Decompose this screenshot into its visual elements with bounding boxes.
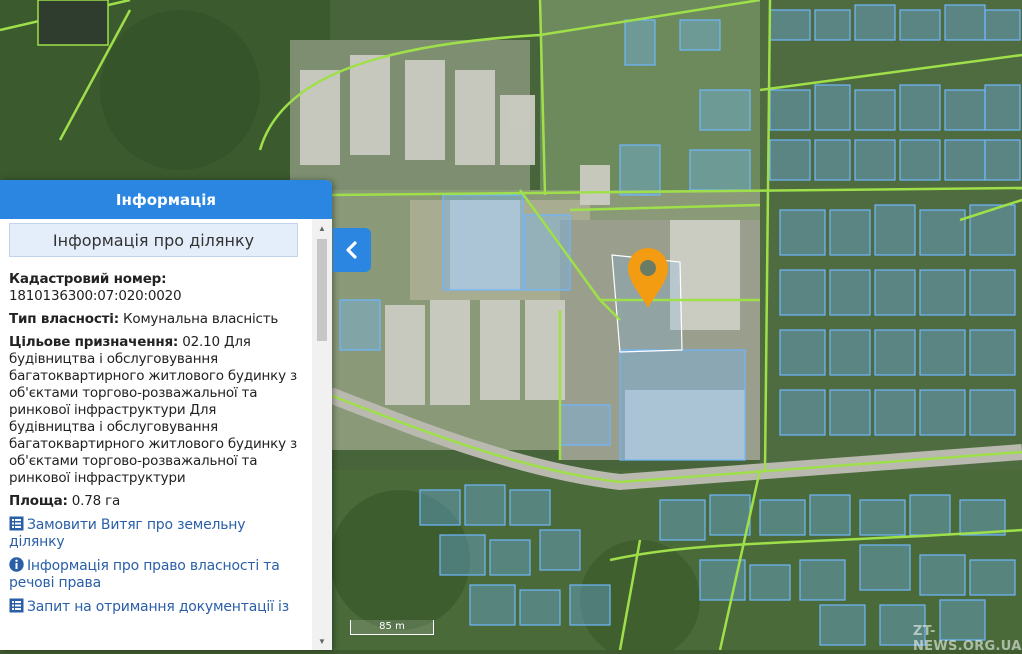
ownership-rights-link[interactable]: Інформація про право власності та речові… [9,557,299,592]
parcel-info: Кадастровий номер: 1810136300:07:020:002… [9,271,299,616]
map-scale-bar: 85 m [350,620,434,635]
panel-header: Інформація [0,180,332,219]
scroll-up-arrow-icon[interactable]: ▲ [312,221,332,235]
list-icon [9,598,24,613]
info-panel: Інформація Інформація про ділянку Кадаст… [0,180,332,650]
chevron-left-icon [346,241,357,259]
ownership-label: Тип власності: [9,311,119,327]
scroll-thumb[interactable] [317,239,327,341]
area-row: Площа: 0.78 га [9,493,299,510]
info-icon [9,557,24,572]
ownership-value: Комунальна власність [123,311,279,327]
list-icon [9,516,24,531]
scroll-down-arrow-icon[interactable]: ▼ [312,634,332,648]
ownership-row: Тип власності: Комунальна власність [9,311,299,328]
section-title: Інформація про ділянку [9,223,298,257]
panel-content: Інформація про ділянку Кадастровий номер… [0,219,312,650]
area-label: Площа: [9,493,68,509]
area-value: 0.78 га [71,493,121,509]
collapse-panel-button[interactable] [333,228,371,272]
documentation-request-link[interactable]: Запит на отримання документації із [9,598,299,616]
purpose-value: 02.10 Для будівництва і обслуговування б… [9,334,297,486]
cadastral-value: 1810136300:07:020:0020 [9,288,182,304]
purpose-row: Цільове призначення: 02.10 Для будівницт… [9,334,299,487]
order-extract-link[interactable]: Замовити Витяг про земельну ділянку [9,516,299,551]
purpose-label: Цільове призначення: [9,334,179,350]
cadastral-label: Кадастровий номер: [9,271,167,287]
panel-scrollbar[interactable]: ▲ ▼ [312,219,332,650]
